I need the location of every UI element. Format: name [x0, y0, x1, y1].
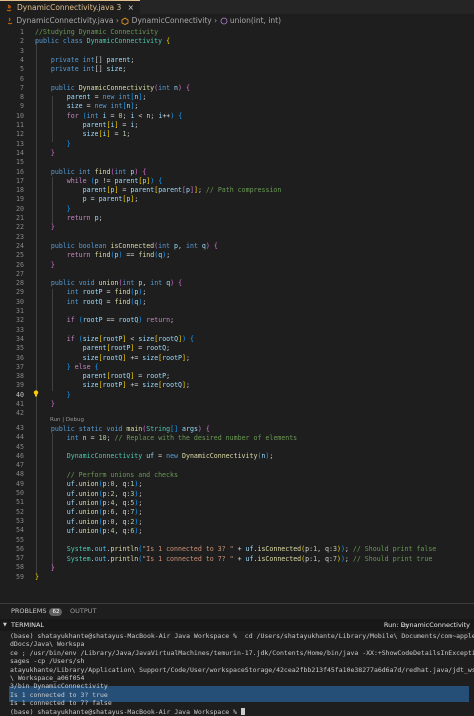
line-number: 15 [16, 158, 24, 167]
java-file-icon [6, 4, 12, 12]
tab-problems[interactable]: PROBLEMS 62 [11, 604, 63, 618]
code-line: size[rootQ] += size[rootP]; [82, 353, 190, 362]
code-line: System.out.println("Is 1 connected to 7?… [66, 554, 433, 563]
code-line: } [66, 204, 71, 213]
code-line: // Perform unions and checks [66, 471, 178, 479]
code-line: uf.union(p:0, q:1); [66, 480, 143, 489]
terminal-line: (base) shatayukhante@shatayus-MacBook-Ai… [10, 708, 245, 716]
code-line: parent[p] = parent[parent[p]]; // Path c… [82, 186, 282, 195]
code-line: while (p != parent[p]) { [66, 176, 163, 185]
code-line: } [66, 390, 71, 399]
code-line: size[i] = 1; [82, 130, 131, 139]
code-line: int rootQ = find(q); [66, 297, 147, 306]
terminal-line: (base) shatayukhante@shatayus-MacBook-Ai… [10, 632, 474, 640]
terminal-line: ce ; /usr/bin/env /Library/Java/JavaVirt… [10, 648, 474, 657]
code-line: public class DynamicConnectivity { [35, 37, 171, 46]
code-line: System.out.println("Is 1 connected to 3?… [66, 545, 437, 554]
class-icon [121, 17, 129, 25]
terminal-instance-label[interactable]: Run: DynamicConnectivity [384, 619, 470, 631]
editor-tab-bar: DynamicConnectivity.java 3 × [0, 0, 474, 14]
code-line: } [50, 260, 55, 269]
code-line: } [50, 223, 55, 232]
line-number: 3 [20, 46, 24, 55]
code-line: uf.union(p:4, q:5); [66, 498, 143, 507]
tab-close-icon[interactable]: × [128, 3, 134, 12]
code-line: public void union(int p, int q) { [50, 279, 183, 288]
code-line: //Studying Dynamic Connectivity [35, 28, 159, 36]
code-line: } [50, 564, 55, 572]
tab-modified-count: 3 [116, 3, 122, 12]
code-line: private int[] size; [50, 65, 127, 74]
tab-output[interactable]: OUTPUT [70, 604, 97, 618]
code-line: public boolean isConnected(int p, int q)… [50, 241, 218, 250]
code-line: uf.union(p:0, q:2); [66, 517, 143, 526]
code-line: size[rootP] += size[rootQ]; [82, 381, 190, 390]
java-file-icon [7, 17, 13, 25]
line-number: 23 [16, 232, 24, 241]
chevron-down-icon[interactable]: ▼ [3, 619, 7, 631]
breadcrumb: DynamicConnectivity.java › DynamicConnec… [0, 14, 474, 28]
code-line: parent = new int[n]; [66, 93, 147, 102]
code-line: } [50, 400, 55, 408]
code-line: if (rootP == rootQ) return; [66, 316, 175, 325]
code-line: public static void main(String[] args) { [50, 424, 210, 433]
terminal-line: Is 1 connected to 3? true [10, 690, 108, 699]
tab-terminal[interactable]: TERMINAL [11, 619, 44, 631]
code-line: if (size[rootP] < size[rootQ]) { [66, 334, 195, 343]
tab-dynamic-connectivity[interactable]: DynamicConnectivity.java 3 × [0, 0, 140, 14]
terminal-line: Is 1 connected to 7? false [10, 699, 112, 708]
code-line: } [50, 148, 55, 157]
code-line: } [35, 573, 39, 582]
breadcrumb-method[interactable]: union(int, int) [230, 16, 281, 25]
line-number: 45 [16, 442, 24, 451]
line-number: 31 [16, 307, 24, 315]
code-line: private int[] parent; [50, 55, 135, 64]
tab-filename: DynamicConnectivity.java [17, 3, 115, 12]
breadcrumb-file[interactable]: DynamicConnectivity.java [16, 16, 113, 25]
code-line: public DynamicConnectivity(int n) { [50, 83, 190, 92]
terminal-output[interactable]: (base) shatayukhante@shatayus-MacBook-Ai… [0, 631, 474, 716]
code-editor[interactable]: 1 2 3 4 5 6 7 8 9 10 11 12 13 14 15 16 17 18 19 20 21 22 23 24 2… [0, 28, 474, 603]
terminal-header: ▼ TERMINAL ▭ Run: DynamicConnectivity [0, 619, 474, 631]
code-line: public int find(int p) { [50, 167, 147, 176]
code-line: int rootP = find(p); [66, 288, 147, 297]
terminal-cursor [240, 708, 245, 716]
breadcrumb-separator: › [115, 16, 119, 25]
line-number: 55 [16, 535, 24, 544]
code-line: for (int i = 0; i < n; i++) { [66, 111, 183, 120]
code-line: parent[rootP] = rootQ; [82, 344, 171, 353]
terminal-line: atayukhante/Library/Application\ Support… [10, 665, 474, 674]
breadcrumb-separator: › [214, 16, 218, 25]
line-number: 47 [16, 461, 24, 470]
code-line: return p; [66, 214, 103, 222]
codelens-run-debug[interactable]: Run | Debug [50, 417, 84, 423]
code-line: } else { [66, 362, 99, 371]
code-line: uf.union(p:4, q:6); [66, 526, 143, 535]
line-number: 6 [20, 74, 24, 83]
code-line: parent[i] = i; [82, 121, 139, 129]
code-line: uf.union(p:6, q:7); [66, 508, 143, 517]
code-line: uf.union(p:2, q:3); [66, 489, 143, 498]
code-line: parent[rootQ] = rootP; [82, 372, 171, 381]
terminal-line: 3/bin DynamicConnectivity [10, 682, 108, 691]
code-line: return find(p) == find(q); [66, 251, 171, 260]
code-line: p = parent[p]; [82, 195, 139, 204]
code-line: DynamicConnectivity uf = new DynamicConn… [66, 452, 274, 461]
terminal-line: dDocs/Java\ Workspa [10, 640, 85, 649]
line-number: 33 [16, 325, 24, 334]
code-line: } [66, 139, 71, 148]
terminal-line: \ Workspace_a06f054 [10, 674, 85, 682]
code-line: int n = 10; // Replace with the desired … [66, 433, 298, 442]
panel-tab-bar: PROBLEMS 62 OUTPUT [0, 604, 474, 618]
problems-count-badge: 62 [49, 608, 63, 616]
terminal-line: sages -cp /Users/sh [10, 657, 85, 666]
breadcrumb-class[interactable]: DynamicConnectivity [132, 16, 212, 25]
method-icon [220, 17, 227, 25]
line-number: 27 [16, 269, 24, 278]
code-line: size = new int[n]; [66, 102, 139, 111]
